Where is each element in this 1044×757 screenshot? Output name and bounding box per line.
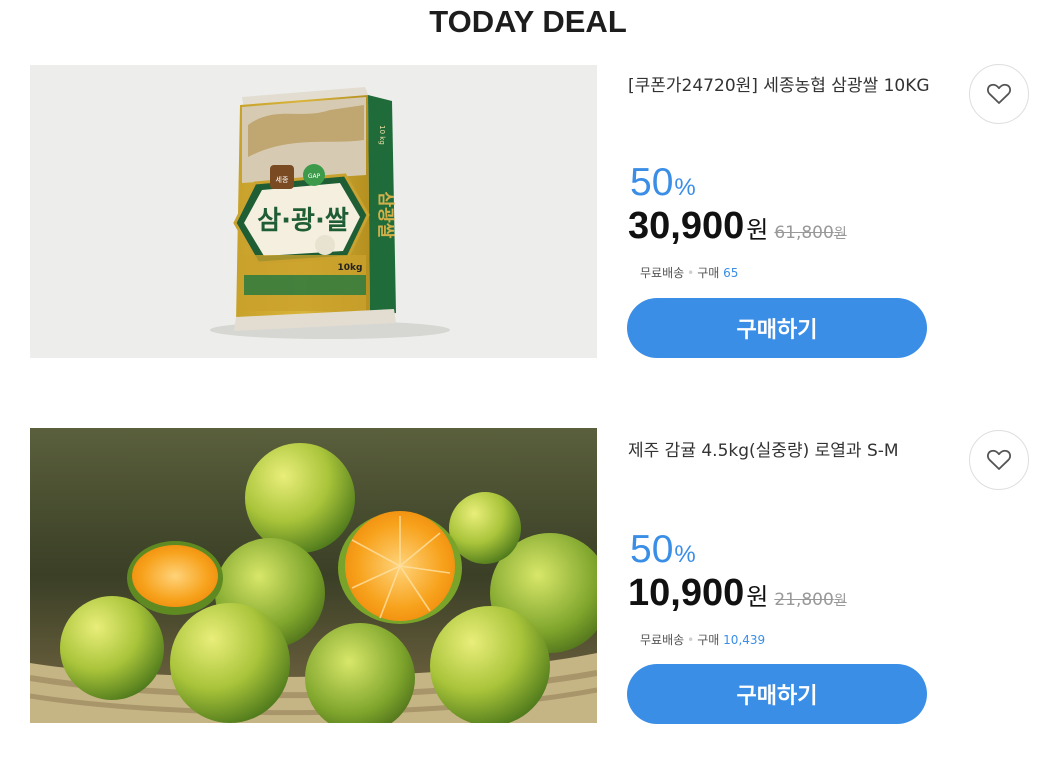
wishlist-button[interactable] xyxy=(969,64,1029,124)
product-image[interactable]: 삼·광·쌀 세종 GAP 10kg 삼광쌀 10 kg xyxy=(30,65,597,358)
meta-info: 무료배송 • 구매 10,439 xyxy=(640,631,765,648)
sale-price: 30,900 xyxy=(628,205,745,247)
deal-card: 제주 감귤 4.5kg(실중량) 로열과 S-M 50% 10,900원 21,8… xyxy=(0,428,1044,724)
original-price: 21,800원 xyxy=(774,590,847,610)
product-name[interactable]: 제주 감귤 4.5kg(실중량) 로열과 S-M xyxy=(628,436,938,467)
purchase-label: 구매 xyxy=(697,633,720,647)
heart-outline-icon xyxy=(986,449,1012,470)
product-image[interactable] xyxy=(30,428,597,723)
deal-card: 삼·광·쌀 세종 GAP 10kg 삼광쌀 10 kg [쿠폰가24720원] … xyxy=(0,63,1044,359)
shipping-label: 무료배송 xyxy=(640,266,685,280)
meta-info: 무료배송 • 구매 65 xyxy=(640,264,738,281)
purchase-count: 10,439 xyxy=(723,633,766,647)
section-title: TODAY DEAL xyxy=(429,4,627,39)
svg-text:GAP: GAP xyxy=(308,173,321,180)
sale-price: 10,900 xyxy=(628,572,745,614)
svg-text:삼광쌀: 삼광쌀 xyxy=(375,192,395,239)
svg-text:세종: 세종 xyxy=(276,175,289,184)
price-row: 10,900원 21,800원 xyxy=(628,572,847,615)
today-deal-section: TODAY DEAL 삼·광·쌀 세종 GAP 10kg 삼광쌀 10 kg [… xyxy=(0,0,1044,757)
purchase-label: 구매 xyxy=(697,266,720,280)
svg-text:10 kg: 10 kg xyxy=(378,125,386,145)
shipping-label: 무료배송 xyxy=(640,633,685,647)
heart-outline-icon xyxy=(986,83,1012,104)
svg-text:삼·광·쌀: 삼·광·쌀 xyxy=(257,206,349,236)
tangerine-basket-illustration xyxy=(30,428,597,723)
rice-bag-illustration: 삼·광·쌀 세종 GAP 10kg 삼광쌀 10 kg xyxy=(30,65,597,358)
discount-rate: 50% xyxy=(630,528,696,571)
wishlist-button[interactable] xyxy=(969,430,1029,490)
separator-dot: • xyxy=(687,266,695,280)
currency-label: 원 xyxy=(746,216,769,244)
purchase-count: 65 xyxy=(723,266,739,280)
product-name[interactable]: [쿠폰가24720원] 세종농협 삼광쌀 10KG xyxy=(628,71,938,102)
price-row: 30,900원 61,800원 xyxy=(628,205,847,248)
svg-text:10kg: 10kg xyxy=(338,263,363,273)
discount-rate: 50% xyxy=(630,161,696,204)
original-price: 61,800원 xyxy=(774,223,847,243)
buy-button[interactable]: 구매하기 xyxy=(627,298,927,358)
separator-dot: • xyxy=(687,633,695,647)
buy-button[interactable]: 구매하기 xyxy=(627,664,927,724)
currency-label: 원 xyxy=(746,583,769,611)
